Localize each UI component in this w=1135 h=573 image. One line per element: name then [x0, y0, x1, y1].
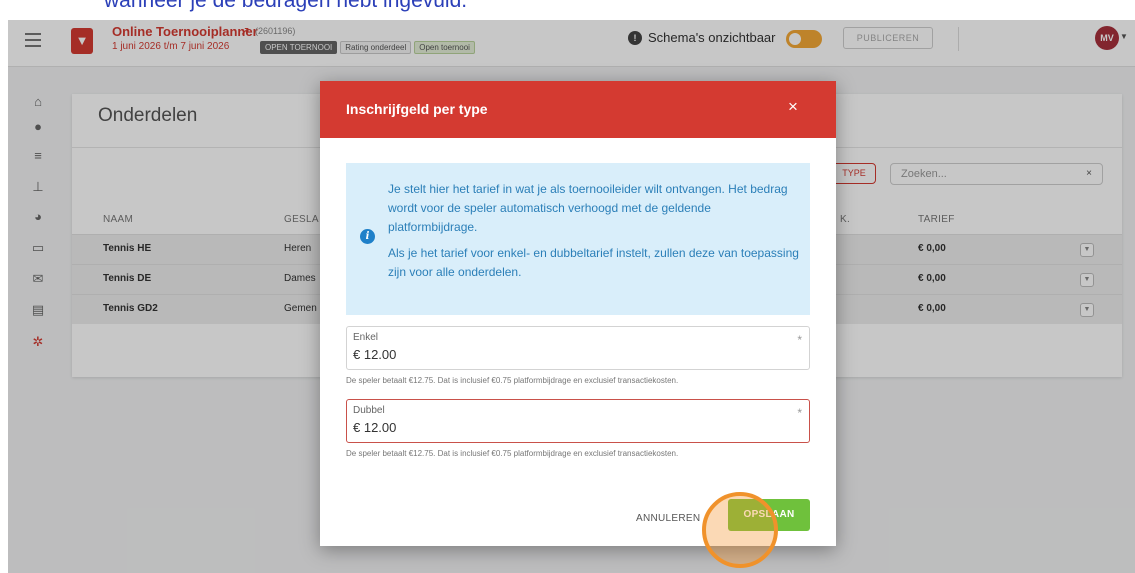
double-fee-hint: De speler betaalt €12.75. Dat is inclusi…: [346, 449, 679, 458]
double-fee-field[interactable]: Dubbel € 12.00 *: [346, 399, 810, 443]
info-icon: i: [360, 229, 375, 244]
single-fee-label: Enkel: [353, 332, 379, 343]
single-fee-field[interactable]: Enkel € 12.00 *: [346, 326, 810, 370]
double-fee-value[interactable]: € 12.00: [353, 420, 396, 435]
info-text-fee: Je stelt hier het tarief in wat je als t…: [388, 182, 788, 234]
single-fee-value[interactable]: € 12.00: [353, 347, 396, 362]
dialog-header: Inschrijfgeld per type ×: [320, 81, 836, 138]
caption-text: wanneer je de bedragen hebt ingevuld.: [104, 0, 468, 12]
required-marker: *: [797, 333, 802, 347]
dialog-title: Inschrijfgeld per type: [346, 101, 488, 117]
single-fee-hint: De speler betaalt €12.75. Dat is inclusi…: [346, 376, 679, 385]
app-window: ▼ Online Toernooiplanner ↗ (2601196) 1 j…: [8, 20, 1135, 573]
required-marker: *: [797, 406, 802, 420]
double-fee-label: Dubbel: [353, 405, 385, 416]
tutorial-caption: wanneer je de bedragen hebt ingevuld.: [0, 0, 1135, 20]
info-message: i Je stelt hier het tarief in wat je als…: [346, 163, 810, 315]
info-text-scope: Als je het tarief voor enkel- en dubbelt…: [388, 246, 799, 279]
fee-per-type-dialog: Inschrijfgeld per type × i Je stelt hier…: [320, 81, 836, 568]
close-icon[interactable]: ×: [788, 97, 798, 117]
click-highlight-circle: [702, 492, 778, 568]
cancel-button[interactable]: ANNULEREN: [636, 513, 700, 524]
